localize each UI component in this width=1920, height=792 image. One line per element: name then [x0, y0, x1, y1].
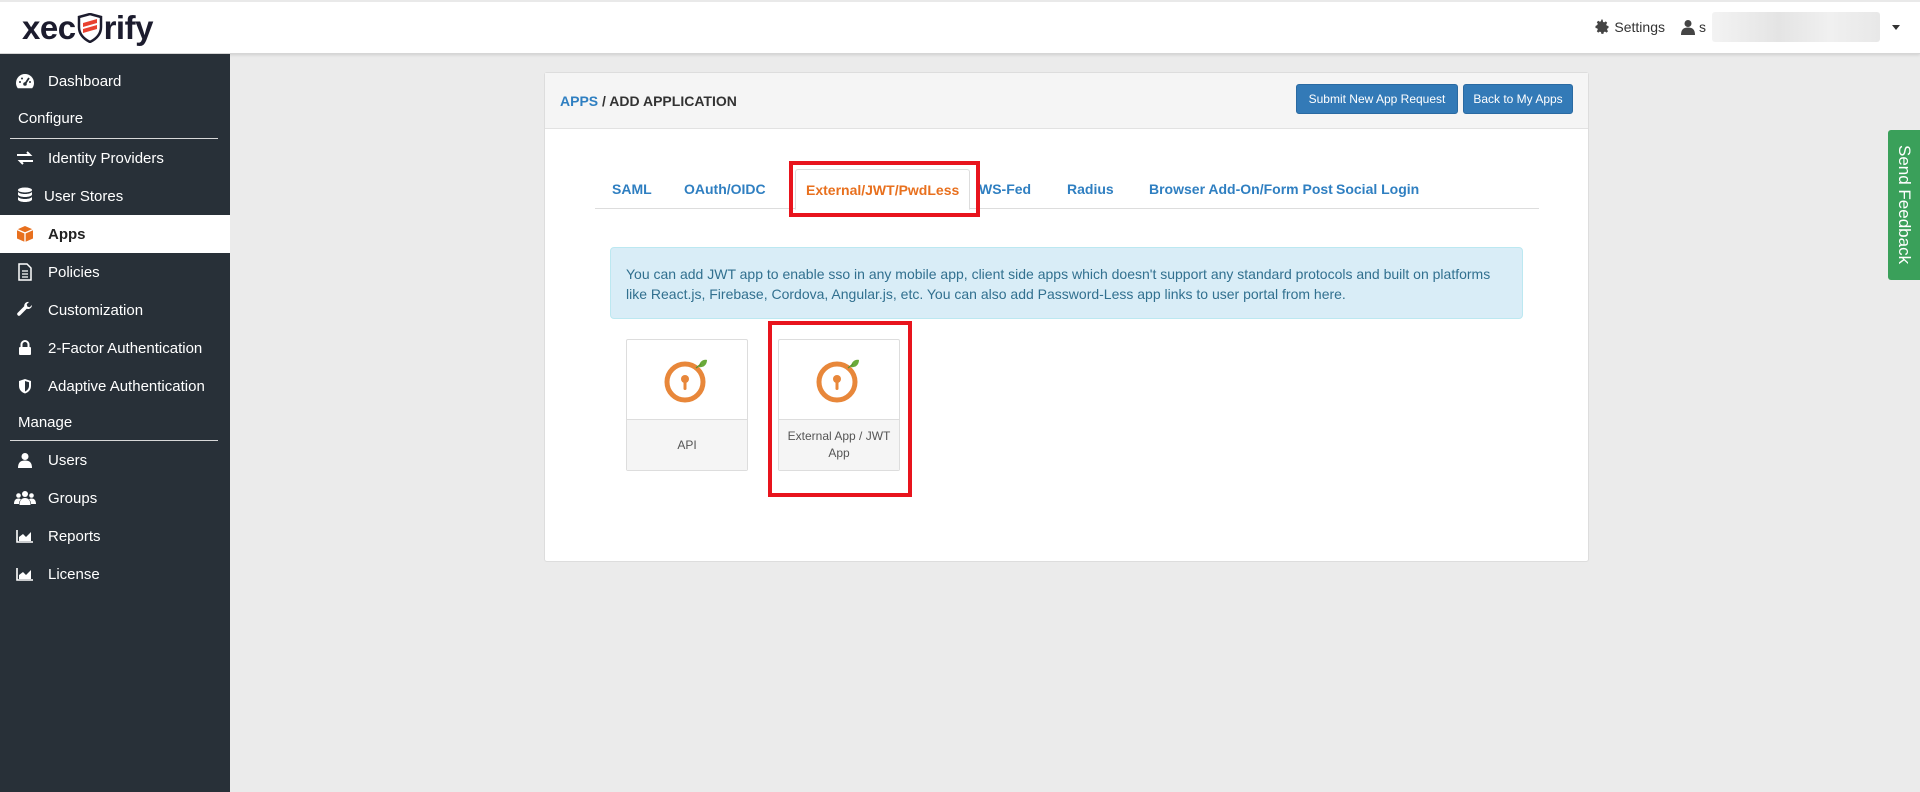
- cube-icon: [12, 224, 38, 244]
- user-icon: [1681, 20, 1695, 35]
- app-type-tabs: SAML OAuth/OIDC External/JWT/PwdLess WS-…: [595, 169, 1539, 210]
- area-chart-icon: [12, 564, 38, 584]
- submit-new-app-request-button[interactable]: Submit New App Request: [1296, 84, 1458, 114]
- sidebar-item-label: Customization: [48, 301, 144, 319]
- sidebar-item-policies[interactable]: Policies: [0, 253, 230, 291]
- sidebar-item-license[interactable]: License: [0, 555, 230, 593]
- tab-radius[interactable]: Radius: [1067, 169, 1114, 209]
- user-name-redacted: [1712, 12, 1880, 42]
- users-icon: [12, 488, 38, 508]
- sidebar-item-label: License: [48, 565, 100, 583]
- user-menu[interactable]: s: [1681, 12, 1900, 42]
- section-configure: Configure: [18, 110, 84, 127]
- sidebar-item-adaptive-auth[interactable]: Adaptive Authentication: [0, 367, 230, 405]
- info-alert: You can add JWT app to enable sso in any…: [610, 247, 1523, 319]
- send-feedback-label: Send Feedback: [1895, 145, 1914, 265]
- database-icon: [12, 186, 38, 206]
- exchange-icon: [12, 148, 38, 168]
- add-application-panel: APPS / ADD APPLICATION Submit New App Re…: [544, 72, 1589, 562]
- breadcrumb-separator: /: [598, 93, 610, 109]
- settings-label: Settings: [1614, 19, 1665, 35]
- sidebar: Dashboard Configure Identity Providers U…: [0, 54, 230, 792]
- sidebar-item-label: Reports: [48, 527, 101, 545]
- sidebar-item-reports[interactable]: Reports: [0, 517, 230, 555]
- breadcrumb-apps-link[interactable]: APPS: [560, 93, 598, 109]
- lock-icon: [12, 338, 38, 358]
- logo-text-right: rify: [103, 9, 154, 46]
- document-icon: [12, 262, 38, 282]
- send-feedback-tab[interactable]: Send Feedback: [1888, 130, 1920, 280]
- sidebar-item-label: Groups: [48, 489, 98, 507]
- app-card-label: API: [627, 420, 747, 470]
- tab-highlight-box: [789, 161, 980, 217]
- section-manage: Manage: [18, 414, 73, 431]
- caret-down-icon: [1892, 24, 1900, 30]
- logo-text-left: xec: [22, 9, 76, 46]
- shield-icon: [12, 376, 38, 396]
- app-card-api[interactable]: API: [626, 339, 748, 471]
- app-card-image: [627, 340, 747, 420]
- sidebar-item-label: Apps: [48, 225, 86, 243]
- sidebar-item-label: Policies: [48, 263, 100, 281]
- tab-social-login[interactable]: Social Login: [1336, 169, 1419, 209]
- dashboard-icon: [12, 71, 38, 91]
- settings-link[interactable]: Settings: [1594, 19, 1665, 35]
- sidebar-item-label: User Stores: [44, 187, 124, 205]
- wrench-icon: [12, 300, 38, 320]
- breadcrumb: APPS / ADD APPLICATION: [560, 93, 737, 109]
- sidebar-item-users[interactable]: Users: [0, 441, 230, 479]
- sidebar-item-dashboard[interactable]: Dashboard: [0, 62, 230, 100]
- tab-saml[interactable]: SAML: [612, 169, 652, 209]
- area-chart-icon: [12, 526, 38, 546]
- panel-header: APPS / ADD APPLICATION Submit New App Re…: [545, 73, 1588, 129]
- tab-ws-fed[interactable]: WS-Fed: [979, 169, 1031, 209]
- header-actions: Settings s: [1594, 12, 1900, 42]
- user-name: s: [1699, 19, 1706, 35]
- sidebar-item-label: Adaptive Authentication: [48, 377, 205, 395]
- breadcrumb-current: ADD APPLICATION: [609, 93, 737, 109]
- jwt-app-logo-icon: [664, 359, 707, 402]
- sidebar-item-label: 2-Factor Authentication: [48, 339, 203, 357]
- sidebar-item-label: Identity Providers: [48, 149, 164, 167]
- xecurify-logo[interactable]: xec rify: [22, 8, 153, 48]
- sidebar-item-apps[interactable]: Apps: [0, 215, 230, 253]
- back-to-my-apps-button[interactable]: Back to My Apps: [1463, 84, 1573, 114]
- sidebar-item-2fa[interactable]: 2-Factor Authentication: [0, 329, 230, 367]
- user-icon: [12, 450, 38, 470]
- tab-oauth-oidc[interactable]: OAuth/OIDC: [684, 169, 766, 209]
- logo-shield-icon: [77, 13, 102, 43]
- tab-browser-addon-form-post[interactable]: Browser Add-On/Form Post: [1149, 169, 1333, 209]
- top-bar: xec rify Settings s: [0, 0, 1920, 54]
- sidebar-item-label: Users: [48, 451, 88, 469]
- sidebar-item-user-stores[interactable]: User Stores: [0, 177, 230, 215]
- gear-icon: [1595, 19, 1609, 34]
- sidebar-item-groups[interactable]: Groups: [0, 479, 230, 517]
- sidebar-item-label: Dashboard: [48, 72, 122, 90]
- sidebar-item-customization[interactable]: Customization: [0, 291, 230, 329]
- sidebar-item-identity-providers[interactable]: Identity Providers: [0, 139, 230, 177]
- card-highlight-box: [768, 321, 912, 497]
